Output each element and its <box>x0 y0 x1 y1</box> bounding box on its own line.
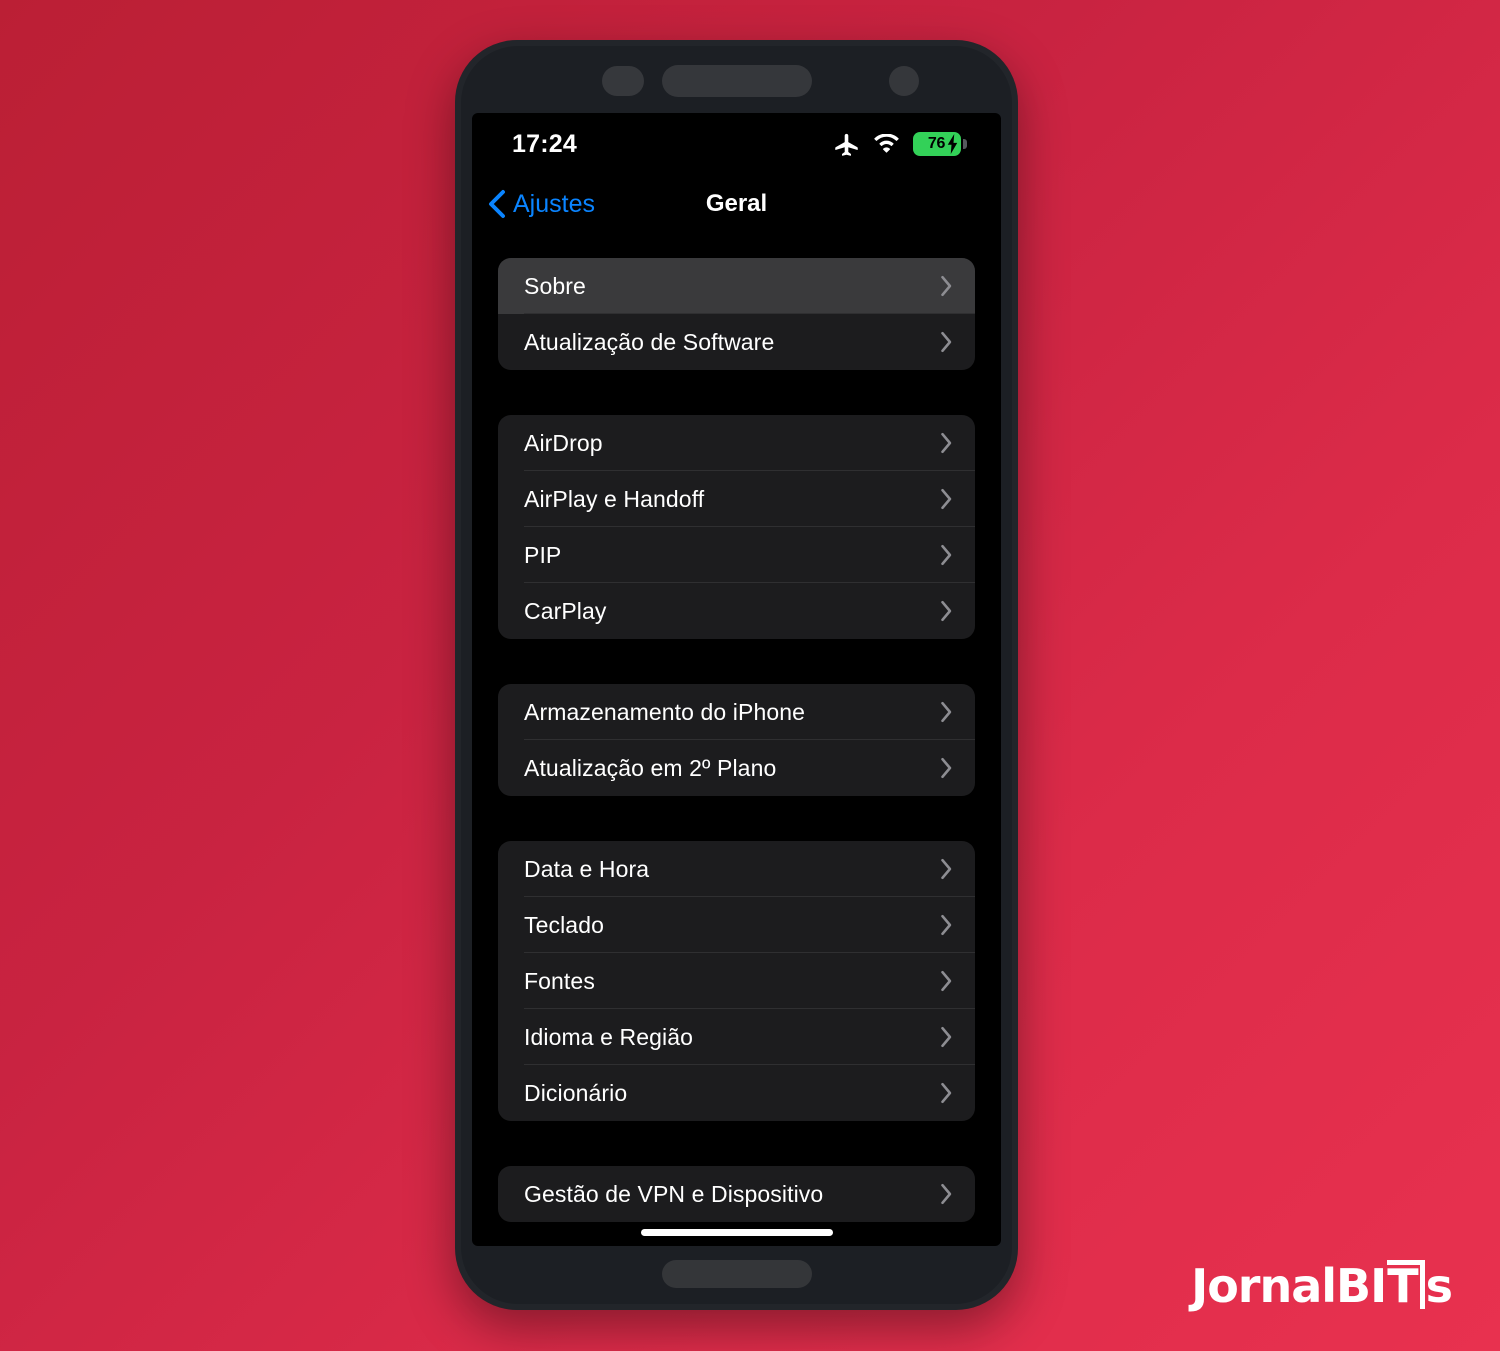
settings-row[interactable]: CarPlay <box>498 583 975 639</box>
chevron-right-icon <box>941 1183 952 1205</box>
status-time: 17:24 <box>512 129 577 158</box>
settings-row-label: Atualização de Software <box>524 328 775 355</box>
settings-row-label: PIP <box>524 541 562 568</box>
chevron-right-icon <box>941 600 952 622</box>
chevron-right-icon <box>941 488 952 510</box>
settings-group: Armazenamento do iPhone Atualização em 2º… <box>498 684 975 796</box>
chevron-right-icon <box>941 432 952 454</box>
chevron-right-icon <box>941 914 952 936</box>
settings-list[interactable]: Sobre Atualização de Software AirDrop AirPl… <box>472 233 1001 1246</box>
settings-row-label: Data e Hora <box>524 855 650 882</box>
settings-row[interactable]: Dicionário <box>498 1065 975 1121</box>
list-top-spacer <box>498 233 975 258</box>
home-indicator[interactable] <box>640 1229 833 1236</box>
settings-row-label: Teclado <box>524 911 604 938</box>
settings-row-label: Gestão de VPN e Dispositivo <box>524 1180 824 1207</box>
settings-group: Gestão de VPN e Dispositivo <box>498 1166 975 1222</box>
settings-row-label: Fontes <box>524 967 595 994</box>
chevron-right-icon <box>941 757 952 779</box>
settings-row-label: Atualização em 2º Plano <box>524 754 777 781</box>
front-camera-icon <box>889 66 919 96</box>
settings-row-label: Dicionário <box>524 1079 628 1106</box>
watermark-part-1: JornalBI <box>1191 1259 1387 1313</box>
watermark-part-2: T <box>1387 1260 1425 1309</box>
settings-row-label: AirDrop <box>524 429 603 456</box>
settings-row[interactable]: Idioma e Região <box>498 1009 975 1065</box>
settings-row[interactable]: Sobre <box>498 258 975 314</box>
chevron-right-icon <box>941 1082 952 1104</box>
chevron-right-icon <box>941 275 952 297</box>
settings-row[interactable]: Armazenamento do iPhone <box>498 684 975 740</box>
phone-screen: 17:24 76 Ajustes Geral Sobre Atualização… <box>472 113 1001 1246</box>
phone-device-frame: 17:24 76 Ajustes Geral Sobre Atualização… <box>455 40 1018 1310</box>
settings-row[interactable]: AirPlay e Handoff <box>498 471 975 527</box>
chevron-right-icon <box>941 544 952 566</box>
battery-shell: 76 <box>913 132 967 156</box>
status-indicators: 76 <box>833 131 967 158</box>
chevron-right-icon <box>941 331 952 353</box>
settings-row-label: Armazenamento do iPhone <box>524 698 806 725</box>
settings-row[interactable]: AirDrop <box>498 415 975 471</box>
settings-group: Sobre Atualização de Software <box>498 258 975 370</box>
watermark-part-3: s <box>1425 1259 1453 1313</box>
proximity-sensor-icon <box>602 66 644 96</box>
settings-row[interactable]: Atualização em 2º Plano <box>498 740 975 796</box>
earpiece-speaker-grille <box>662 65 812 97</box>
wifi-icon <box>874 133 899 153</box>
chevron-right-icon <box>941 701 952 723</box>
settings-row-label: CarPlay <box>524 597 607 624</box>
chevron-right-icon <box>941 858 952 880</box>
settings-row-label: AirPlay e Handoff <box>524 485 705 512</box>
screenshot-canvas: 17:24 76 Ajustes Geral Sobre Atualização… <box>0 0 1500 1351</box>
page-title: Geral <box>705 190 768 217</box>
settings-group: AirDrop AirPlay e Handoff PIP CarPlay <box>498 415 975 639</box>
navigation-bar: Ajustes Geral <box>472 175 1001 233</box>
settings-row[interactable]: Fontes <box>498 953 975 1009</box>
airplane-mode-icon <box>835 133 858 156</box>
charging-bolt-icon <box>947 134 958 154</box>
settings-row[interactable]: PIP <box>498 527 975 583</box>
settings-row[interactable]: Data e Hora <box>498 841 975 897</box>
jornalbits-watermark: JornalBIT s <box>1191 1259 1453 1313</box>
battery-percentage: 76 <box>927 135 946 152</box>
battery-indicator: 76 <box>913 132 967 156</box>
settings-row-label: Idioma e Região <box>524 1023 693 1050</box>
settings-row-label: Sobre <box>524 272 586 299</box>
settings-row[interactable]: Gestão de VPN e Dispositivo <box>498 1166 975 1222</box>
chevron-right-icon <box>941 1026 952 1048</box>
settings-row[interactable]: Teclado <box>498 897 975 953</box>
bottom-speaker-grille <box>662 1260 812 1288</box>
chevron-right-icon <box>941 970 952 992</box>
status-bar: 17:24 76 <box>472 113 1001 175</box>
settings-row[interactable]: Atualização de Software <box>498 314 975 370</box>
settings-group: Data e Hora Teclado Fontes Idioma e Região D… <box>498 841 975 1121</box>
